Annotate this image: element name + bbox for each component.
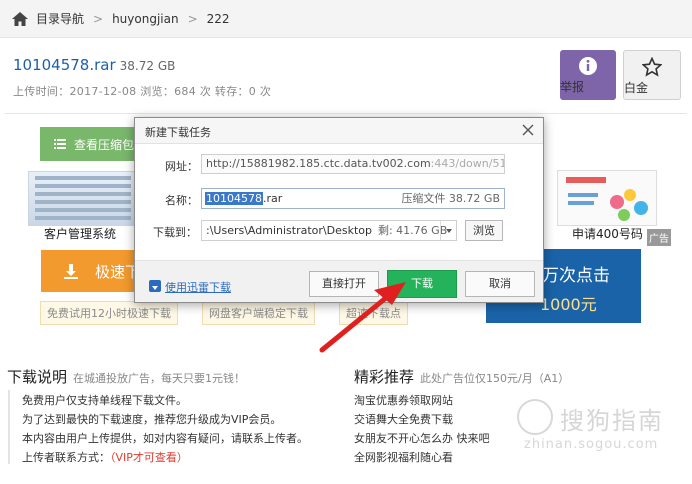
browse-button[interactable]: 浏览 [465, 220, 503, 241]
trial-link-client[interactable]: 网盘客户端稳定下载 [202, 301, 315, 325]
name-selected-text: 10104578 [205, 192, 263, 205]
blue-ad-line1: 万次点击 [542, 266, 610, 286]
file-name: 10104578.rar [13, 56, 116, 74]
thunder-icon [149, 280, 161, 292]
path-value: :\Users\Administrator\Desktop [206, 224, 372, 237]
download-info-title: 下载说明 在城通投放广告，每天只要1元钱！ [7, 366, 245, 387]
url-field[interactable]: http://15881982.185.ctc.data.tv002.com:4… [201, 154, 505, 174]
download-button[interactable]: 下载 [387, 270, 457, 298]
open-directly-button[interactable]: 直接打开 [309, 271, 379, 297]
ad-caption-crm[interactable]: 客户管理系统 [44, 225, 116, 242]
download-info-list: 免费用户仅支持单线程下载文件。 为了达到最快的下载速度，推荐您升级成为VIP会员… [22, 391, 308, 467]
list-icon [54, 139, 66, 149]
recommend-title: 精彩推荐 此处广告位仅150元/月（A1） [354, 366, 569, 387]
breadcrumb-separator: > [187, 11, 198, 26]
recommend-subtitle: 此处广告位仅150元/月（A1） [420, 372, 570, 385]
url-tail: :443/down/51296a0 [430, 157, 505, 170]
view-archive-label: 查看压缩包 [74, 137, 135, 152]
vip-link[interactable]: （VIP才可查看） [110, 451, 188, 464]
report-button[interactable]: 举报 [560, 50, 616, 100]
download-icon [64, 264, 78, 279]
ad-caption-400[interactable]: 申请400号码 [572, 225, 643, 242]
breadcrumb: 目录导航 > huyongjian > 222 [0, 0, 692, 38]
breadcrumb-item-nav[interactable]: 目录导航 [36, 10, 84, 27]
name-extension: .rar [263, 192, 283, 205]
save-path-field[interactable]: :\Users\Administrator\Desktop 剩: 41.76 GB [201, 220, 457, 241]
recommend-link[interactable]: 全网影视福利随心看 [354, 448, 490, 467]
ad-thumbnail-400[interactable] [557, 170, 657, 226]
free-space: 剩: 41.76 GB [377, 224, 448, 237]
name-field[interactable]: 10104578.rar 压缩文件 38.72 GB [201, 188, 505, 209]
trial-links: 免费试用12小时极速下载 网盘客户端稳定下载 超速下载点 [40, 301, 418, 325]
breadcrumb-separator: > [93, 11, 104, 26]
download-info-line: 本内容由用户上传提供，如对内容有疑问，请联系上传者。 [22, 432, 308, 445]
info-icon [579, 57, 597, 75]
dialog-header[interactable]: 新建下载任务 [135, 118, 543, 144]
path-label: 下载到： [153, 226, 197, 239]
file-title: 10104578.rar 38.72 GB [13, 56, 175, 74]
download-info-line: 为了达到最快的下载速度，推荐您升级成为VIP会员。 [22, 413, 282, 426]
list-border [8, 390, 10, 464]
file-type-size: 压缩文件 38.72 GB [401, 192, 500, 205]
ad-tag: 广告 [647, 229, 671, 246]
download-info-heading: 下载说明 [7, 368, 68, 386]
blue-ad-line2: 1000元 [540, 295, 597, 314]
dialog-title: 新建下载任务 [145, 126, 211, 139]
file-size: 38.72 GB [119, 59, 176, 73]
new-download-dialog: 新建下载任务 网址： http://15881982.185.ctc.data.… [134, 117, 544, 303]
close-icon[interactable] [521, 123, 535, 137]
download-info-contact: 上传者联系方式：（VIP才可查看） [22, 451, 188, 464]
recommend-link[interactable]: 女朋友不开心怎么办 快来吧 [354, 429, 490, 448]
chevron-down-icon [446, 229, 452, 233]
breadcrumb-item-user[interactable]: huyongjian [112, 12, 179, 26]
trial-link-speed[interactable]: 超速下载点 [339, 301, 408, 325]
recommend-link[interactable]: 淘宝优惠券领取网站 [354, 391, 490, 410]
file-meta: 上传时间：2017-12-08 浏览：684 次 转存：0 次 [13, 85, 272, 98]
thunder-download-link[interactable]: 使用迅雷下载 [165, 279, 231, 295]
url-label: 网址： [165, 160, 198, 173]
download-info-subtitle: 在城通投放广告，每天只要1元钱！ [73, 372, 246, 385]
report-label: 举报 [560, 80, 585, 94]
name-label: 名称： [165, 194, 198, 207]
breadcrumb-item-folder[interactable]: 222 [207, 12, 230, 26]
favorite-button[interactable]: 白金 [623, 50, 681, 100]
watermark-url: zhinan.sogou.com [524, 437, 659, 452]
star-icon [642, 57, 662, 77]
download-info-line: 免费用户仅支持单线程下载文件。 [22, 394, 187, 407]
trial-link-free[interactable]: 免费试用12小时极速下载 [40, 301, 178, 325]
ad-thumbnail-crm[interactable] [28, 171, 138, 226]
watermark-text: 搜狗指南 [560, 407, 664, 435]
divider [5, 113, 687, 114]
url-value: http://15881982.185.ctc.data.tv002.com [206, 157, 431, 170]
path-dropdown[interactable] [440, 221, 456, 240]
favorite-label: 白金 [624, 81, 649, 95]
watermark-logo [517, 399, 553, 435]
recommend-list: 淘宝优惠券领取网站 交语舞大全免费下载 女朋友不开心怎么办 快来吧 全网影视福利… [354, 391, 490, 467]
cancel-button[interactable]: 取消 [465, 271, 535, 297]
recommend-link[interactable]: 交语舞大全免费下载 [354, 410, 490, 429]
home-icon[interactable] [12, 11, 28, 26]
recommend-heading: 精彩推荐 [354, 368, 415, 386]
